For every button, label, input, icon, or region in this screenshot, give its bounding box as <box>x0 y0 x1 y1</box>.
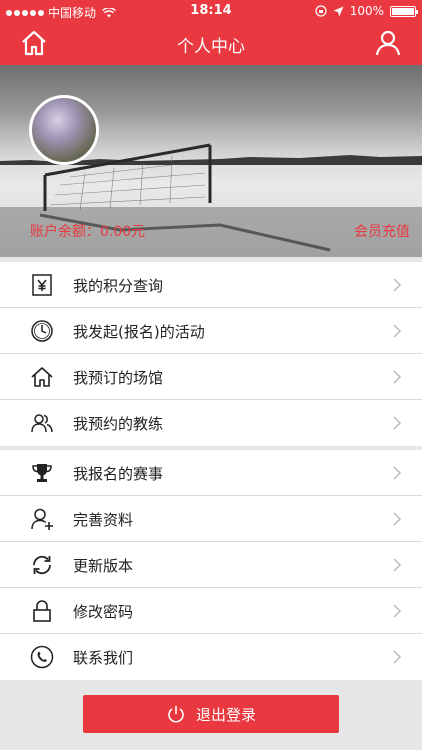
trophy-icon <box>32 464 52 482</box>
menu-item-activities[interactable]: 我发起(报名)的活动 <box>0 308 422 354</box>
phone-icon <box>30 645 54 669</box>
chevron-right-icon <box>393 512 402 526</box>
logout-label: 退出登录 <box>195 705 256 724</box>
menu-item-update[interactable]: 更新版本 <box>0 542 422 588</box>
home-icon <box>31 367 53 387</box>
chevron-right-icon <box>393 650 402 664</box>
rotation-lock-icon <box>315 5 327 17</box>
menu-item-contact[interactable]: 联系我们 <box>0 634 422 680</box>
menu-item-label: 完善资料 <box>73 511 134 529</box>
chevron-right-icon <box>393 278 402 292</box>
balance-label: 账户余额：0.00元 <box>30 224 146 240</box>
menu-item-label: 联系我们 <box>73 649 134 667</box>
yen-icon <box>32 274 52 296</box>
lock-icon <box>33 600 51 622</box>
menu-group-2: 我报名的赛事 完善资料 更新版本 修改密码 联系我们 <box>0 450 422 680</box>
status-bar: 中国移动 18:14 100% <box>0 0 422 22</box>
chevron-right-icon <box>393 416 402 430</box>
chevron-right-icon <box>393 604 402 618</box>
menu-item-venues[interactable]: 我预订的场馆 <box>0 354 422 400</box>
refresh-icon <box>33 555 51 575</box>
chevron-right-icon <box>393 558 402 572</box>
top-bar: 中国移动 18:14 100% 个人中心 <box>0 0 422 65</box>
menu-item-coaches[interactable]: 我预约的教练 <box>0 400 422 446</box>
menu-item-label: 修改密码 <box>73 603 134 621</box>
profile-banner: 账户余额：0.00元 会员充值 <box>0 65 422 257</box>
menu-item-points[interactable]: 我的积分查询 <box>0 262 422 308</box>
users-icon <box>31 414 53 433</box>
logout-button[interactable]: 退出登录 <box>83 695 339 733</box>
menu-item-password[interactable]: 修改密码 <box>0 588 422 634</box>
location-icon <box>333 6 344 16</box>
menu-item-profile[interactable]: 完善资料 <box>0 496 422 542</box>
user-add-icon <box>31 508 53 530</box>
avatar[interactable] <box>29 95 99 165</box>
battery-percent: 100% <box>349 4 384 18</box>
page-title: 个人中心 <box>177 37 245 57</box>
menu-item-label: 更新版本 <box>73 557 134 575</box>
menu-group-1: 我的积分查询 我发起(报名)的活动 我预订的场馆 我预约的教练 <box>0 262 422 446</box>
chevron-right-icon <box>393 370 402 384</box>
menu-item-label: 我预订的场馆 <box>73 369 164 387</box>
menu-item-label: 我预约的教练 <box>73 415 164 433</box>
recharge-link[interactable]: 会员充值 <box>354 221 410 241</box>
user-icon[interactable] <box>374 29 402 57</box>
menu-item-events[interactable]: 我报名的赛事 <box>0 450 422 496</box>
power-icon <box>168 706 184 723</box>
chevron-right-icon <box>393 324 402 338</box>
menu-item-label: 我报名的赛事 <box>73 465 164 483</box>
menu-item-label: 我的积分查询 <box>73 277 164 295</box>
menu-item-label: 我发起(报名)的活动 <box>73 323 205 341</box>
chevron-right-icon <box>393 466 402 480</box>
battery-icon <box>390 5 418 17</box>
clock-icon <box>31 320 53 342</box>
